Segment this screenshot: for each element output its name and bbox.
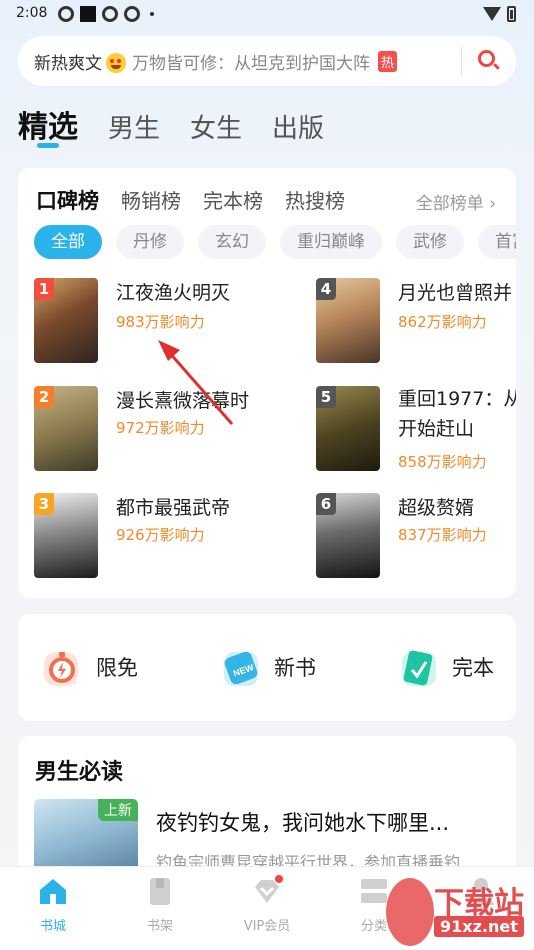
tab-bestseller-rank[interactable]: 畅销榜 bbox=[121, 185, 181, 214]
rank-number: 4 bbox=[316, 278, 336, 300]
star-eyes-emoji-icon bbox=[106, 53, 126, 73]
book-influence: 926万影响力 bbox=[116, 526, 205, 544]
tab-featured[interactable]: 精选 bbox=[18, 102, 78, 146]
book-title: 江夜渔火明灭 bbox=[116, 282, 231, 304]
search-hot-query: 万物皆可修：从坦克到护国大阵 bbox=[132, 53, 370, 74]
book-cover: 6 bbox=[316, 493, 380, 578]
chip-all[interactable]: 全部 bbox=[34, 225, 102, 259]
nav-bookstore[interactable]: 书城 bbox=[8, 875, 98, 934]
vip-diamond-icon bbox=[251, 875, 283, 907]
tab-hot-search-rank[interactable]: 热搜榜 bbox=[285, 185, 345, 214]
quick-link-label: 限免 bbox=[96, 656, 138, 680]
book-title[interactable]: 夜钓钓女鬼，我问她水下哪里... bbox=[156, 807, 449, 837]
book-influence: 862万影响力 bbox=[398, 313, 487, 331]
search-hot-prefix: 新热爽文 bbox=[34, 53, 102, 74]
search-divider bbox=[461, 46, 462, 76]
book-title: 月光也曾照并 bbox=[398, 282, 513, 304]
book-cover: 3 bbox=[34, 493, 98, 578]
genre-chips: 全部 丹修 玄幻 重归巅峰 武修 首富 bbox=[34, 225, 516, 259]
book-cover[interactable]: 上新 bbox=[34, 799, 138, 876]
rank-number: 1 bbox=[34, 278, 54, 300]
watermark-logo-icon bbox=[386, 878, 434, 946]
nav-label: 书城 bbox=[39, 919, 66, 934]
ranking-book-item[interactable]: 1 江夜渔火明灭 983万影响力 bbox=[34, 278, 274, 363]
nav-vip[interactable]: VIP会员 bbox=[222, 875, 312, 934]
book-title: 漫长熹微落幕时 bbox=[116, 390, 250, 412]
tab-completed-rank[interactable]: 完本榜 bbox=[203, 185, 263, 214]
book-title: 都市最强武帝 bbox=[116, 497, 231, 519]
all-rankings-link[interactable]: 全部榜单 › bbox=[416, 189, 496, 214]
nav-label: 书架 bbox=[146, 919, 173, 934]
quick-links-card: 限免 NEW 新书 完本 bbox=[18, 614, 516, 721]
rank-number: 2 bbox=[34, 386, 54, 408]
tab-publishing[interactable]: 出版 bbox=[272, 108, 324, 145]
ranking-book-item[interactable]: 3 都市最强武帝 926万影响力 bbox=[34, 493, 274, 578]
ranking-book-item[interactable]: 6 超级赘婿 837万影响力 bbox=[316, 493, 516, 578]
ranking-book-item[interactable]: 4 月光也曾照并 862万影响力 bbox=[316, 278, 516, 363]
tab-female[interactable]: 女生 bbox=[190, 108, 242, 145]
must-read-card: 男生必读 上新 夜钓钓女鬼，我问她水下哪里... 钓鱼宗师曹昆穿越平行世界，参加… bbox=[18, 736, 516, 876]
tab-indicator bbox=[37, 143, 59, 148]
book-influence: 837万影响力 bbox=[398, 526, 487, 544]
ranking-book-item[interactable]: 5 重回1977：从猎枪开始赶山 858万影响力 bbox=[316, 386, 516, 471]
ranking-book-item[interactable]: 2 漫长熹微落幕时 972万影响力 bbox=[34, 386, 274, 471]
quick-link-label: 完本 bbox=[452, 656, 494, 680]
system-icons bbox=[483, 6, 516, 22]
new-book-icon: NEW bbox=[218, 642, 262, 692]
chip-genre[interactable]: 玄幻 bbox=[198, 225, 266, 259]
ranking-card: 口碑榜 畅销榜 完本榜 热搜榜 全部榜单 › 全部 丹修 玄幻 重归巅峰 武修 … bbox=[18, 168, 516, 598]
book-cover: 1 bbox=[34, 278, 98, 363]
chip-genre[interactable]: 武修 bbox=[396, 225, 464, 259]
status-bar: 2:08 bbox=[0, 0, 534, 28]
book-influence: 972万影响力 bbox=[116, 419, 205, 437]
watermark-url: 91xz.net bbox=[434, 916, 524, 937]
section-title: 男生必读 bbox=[35, 760, 124, 785]
book-influence: 983万影响力 bbox=[116, 313, 205, 331]
nav-label: VIP会员 bbox=[243, 919, 291, 934]
book-influence: 858万影响力 bbox=[398, 453, 487, 471]
rank-number: 3 bbox=[34, 493, 54, 515]
quick-link-new-books[interactable]: NEW 新书 bbox=[218, 642, 316, 692]
quick-link-free[interactable]: 限免 bbox=[40, 642, 138, 692]
tab-reputation-rank[interactable]: 口碑榜 bbox=[36, 185, 99, 215]
ranking-tabs: 口碑榜 畅销榜 完本榜 热搜榜 bbox=[36, 185, 345, 215]
chip-genre[interactable]: 重归巅峰 bbox=[280, 225, 382, 259]
hot-badge: 热 bbox=[378, 50, 398, 72]
search-bar[interactable]: 新热爽文 万物皆可修：从坦克到护国大阵 热 bbox=[18, 36, 516, 86]
app-notification-icon bbox=[80, 6, 96, 22]
status-time: 2:08 bbox=[16, 5, 48, 21]
complete-book-icon bbox=[396, 642, 440, 692]
book-cover: 2 bbox=[34, 386, 98, 471]
bookshelf-icon bbox=[144, 875, 176, 907]
sync-icon bbox=[102, 6, 118, 22]
sync-icon bbox=[124, 6, 140, 22]
notification-icons bbox=[58, 6, 154, 22]
battery-icon bbox=[507, 6, 516, 22]
book-cover: 5 bbox=[316, 386, 380, 471]
book-title: 重回1977：从猎枪开始赶山 bbox=[398, 388, 516, 440]
book-title: 超级赘婿 bbox=[398, 497, 475, 519]
rank-number: 5 bbox=[316, 386, 336, 408]
stopwatch-icon bbox=[40, 642, 84, 692]
tab-male[interactable]: 男生 bbox=[108, 108, 160, 145]
chip-genre[interactable]: 丹修 bbox=[116, 225, 184, 259]
search-icon[interactable] bbox=[478, 50, 501, 72]
home-icon bbox=[37, 875, 69, 907]
more-notifications-icon bbox=[150, 12, 154, 16]
chip-genre[interactable]: 首富 bbox=[478, 225, 516, 259]
new-tag: 上新 bbox=[98, 799, 138, 821]
watermark: 下载站 91xz.net bbox=[386, 872, 534, 950]
wifi-icon bbox=[483, 7, 501, 21]
rank-number: 6 bbox=[316, 493, 336, 515]
top-tabs: 精选 男生 女生 出版 bbox=[18, 102, 324, 146]
nav-bookshelf[interactable]: 书架 bbox=[115, 875, 205, 934]
quick-link-completed[interactable]: 完本 bbox=[396, 642, 494, 692]
quick-link-label: 新书 bbox=[274, 656, 316, 680]
sync-icon bbox=[58, 6, 74, 22]
book-cover: 4 bbox=[316, 278, 380, 363]
